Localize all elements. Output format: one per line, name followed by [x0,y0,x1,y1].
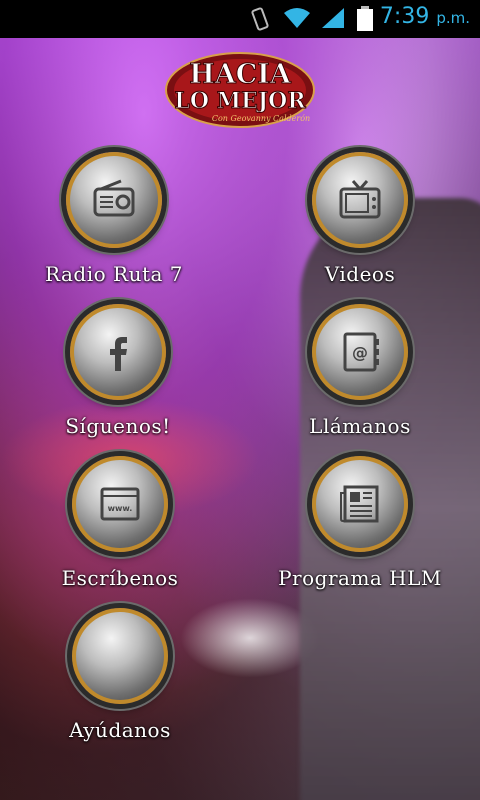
svg-text:www.: www. [108,504,133,513]
tv-icon [339,180,381,219]
svg-text:@: @ [352,343,368,362]
facebook-icon [110,337,127,371]
vibrate-icon [251,7,269,31]
programa-knob[interactable] [312,456,408,552]
app-logo: HACIA LO MEJOR Con Geovanny Calderón [163,50,318,130]
siguenos-button[interactable]: Síguenos! [28,304,208,438]
radio-ruta-7-button[interactable]: Radio Ruta 7 [24,152,204,286]
logo-line2: LO MEJOR [174,88,306,114]
newspaper-icon [340,485,379,523]
radio-label: Radio Ruta 7 [44,262,184,286]
status-time: 7:39 p.m. [380,4,470,29]
escribenos-knob[interactable]: www. [72,456,168,552]
siguenos-knob[interactable] [70,304,166,400]
programa-hlm-button[interactable]: Programa HLM [270,456,450,590]
escribenos-label: Escríbenos [61,566,179,590]
ampm-text: p.m. [436,9,470,27]
videos-button[interactable]: Videos [270,152,450,286]
status-bar: 7:39 p.m. [0,0,480,38]
videos-knob[interactable] [312,152,408,248]
time-text: 7:39 [379,4,430,29]
battery-icon [357,6,373,31]
llamanos-knob[interactable]: @ [312,304,408,400]
logo-tagline: Con Geovanny Calderón [212,114,310,123]
radio-knob[interactable] [66,152,162,248]
signal-icon [322,8,344,28]
web-browser-icon: www. [100,487,140,521]
llamanos-label: Llámanos [309,414,411,438]
siguenos-label: Síguenos! [65,414,171,438]
ayudanos-button[interactable]: Ayúdanos [30,608,210,742]
wifi-icon [284,8,310,28]
llamanos-button[interactable]: @ Llámanos [270,304,450,438]
videos-label: Videos [324,262,396,286]
logo-line1: HACIA [189,59,292,90]
ayudanos-knob[interactable] [72,608,168,704]
ayudanos-label: Ayúdanos [69,718,171,742]
address-book-icon: @ [343,332,379,372]
escribenos-button[interactable]: www. Escríbenos [30,456,210,590]
radio-icon [93,179,135,217]
programa-label: Programa HLM [278,566,442,590]
